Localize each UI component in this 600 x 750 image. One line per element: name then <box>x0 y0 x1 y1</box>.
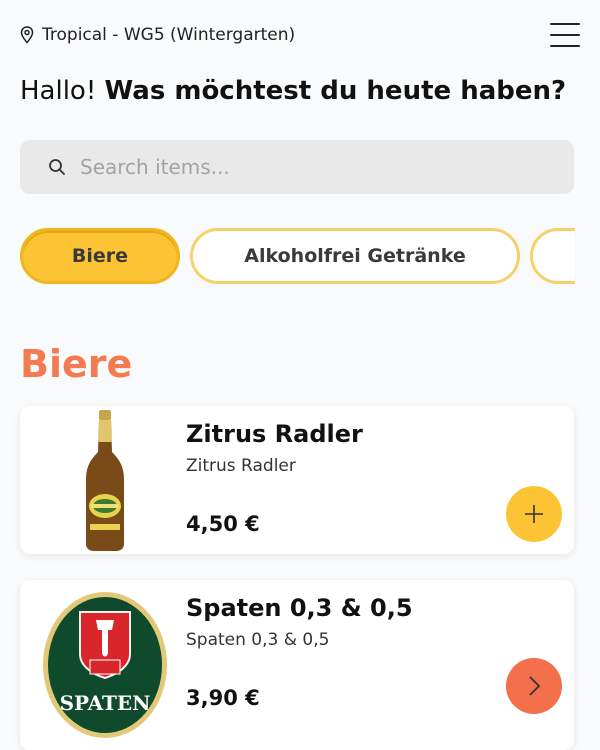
product-description: Zitrus Radler <box>186 456 296 476</box>
chevron-right-icon <box>529 676 541 696</box>
spaten-logo-text: SPATEN <box>60 691 151 715</box>
product-name: Zitrus Radler <box>186 420 363 448</box>
search-input[interactable] <box>78 154 522 180</box>
add-to-cart-button[interactable] <box>506 486 562 542</box>
location-selector[interactable]: Tropical - WG5 (Wintergarten) <box>20 25 295 45</box>
product-name: Spaten 0,3 & 0,5 <box>186 594 413 622</box>
category-tabs: Biere Alkoholfrei Getränke <box>20 228 575 290</box>
category-chip-biere[interactable]: Biere <box>20 228 180 284</box>
hamburger-menu-icon[interactable] <box>550 23 580 47</box>
search-icon <box>49 159 65 175</box>
product-image-bottle <box>30 406 180 554</box>
greeting-heading: Hallo! Was möchtest du heute haben? <box>20 76 566 106</box>
product-price: 3,90 € <box>186 686 260 710</box>
section-title: Biere <box>20 342 133 386</box>
product-image-spaten-logo: SPATEN <box>30 580 180 750</box>
top-bar: Tropical - WG5 (Wintergarten) <box>20 20 580 50</box>
greeting-question: Was möchtest du heute haben? <box>104 76 567 106</box>
location-pin-icon <box>20 26 34 44</box>
greeting-hello: Hallo! <box>20 76 97 106</box>
product-price: 4,50 € <box>186 512 260 536</box>
product-card[interactable]: Zitrus Radler Zitrus Radler 4,50 € <box>20 406 574 554</box>
product-card[interactable]: SPATEN Spaten 0,3 & 0,5 Spaten 0,3 & 0,5… <box>20 580 574 750</box>
open-product-button[interactable] <box>506 658 562 714</box>
product-description: Spaten 0,3 & 0,5 <box>186 630 330 650</box>
category-chip-more[interactable] <box>530 228 575 284</box>
category-chip-alkoholfrei[interactable]: Alkoholfrei Getränke <box>190 228 520 284</box>
location-label: Tropical - WG5 (Wintergarten) <box>42 25 296 45</box>
category-chip-label: Alkoholfrei Getränke <box>244 245 466 267</box>
category-chip-label: Biere <box>71 245 129 267</box>
search-bar <box>20 140 574 194</box>
plus-icon <box>525 505 543 523</box>
